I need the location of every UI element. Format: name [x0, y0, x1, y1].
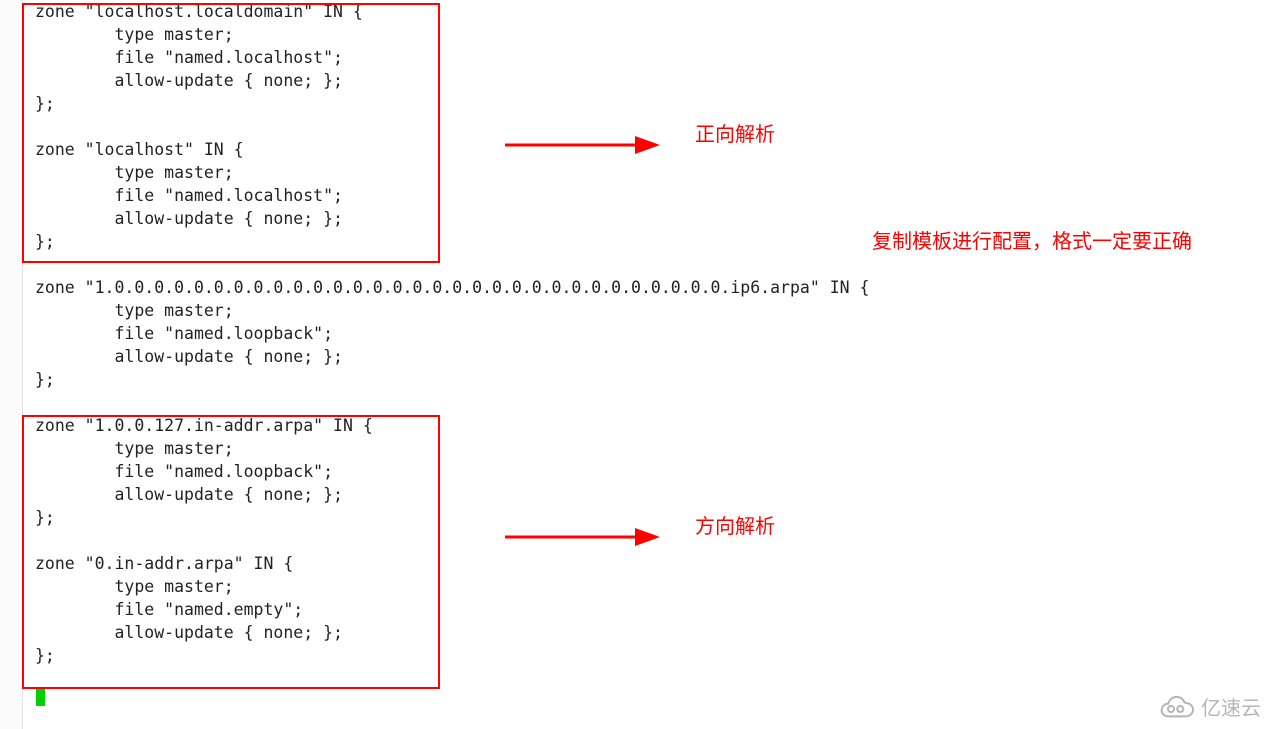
cloud-logo-icon	[1155, 695, 1195, 719]
annotation-forward: 正向解析	[695, 118, 775, 147]
arrow-icon	[505, 525, 660, 549]
watermark-text: 亿速云	[1201, 692, 1261, 721]
arrow-icon	[505, 133, 660, 157]
highlight-box-reverse	[22, 415, 440, 689]
annotation-template-note: 复制模板进行配置，格式一定要正确	[872, 225, 1192, 254]
text-cursor	[36, 688, 45, 706]
watermark: 亿速云	[1155, 692, 1261, 721]
highlight-box-forward	[22, 3, 440, 263]
editor-gutter	[0, 0, 23, 729]
page-root: zone "localhost.localdomain" IN { type m…	[0, 0, 1275, 729]
annotation-reverse: 方向解析	[695, 510, 775, 539]
